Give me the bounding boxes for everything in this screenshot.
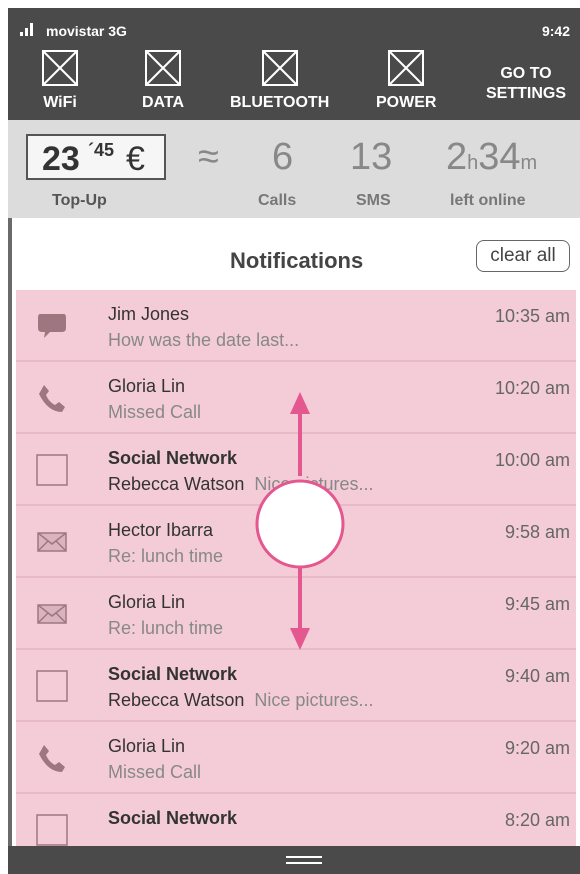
- notification-sender: Gloria Lin: [108, 736, 186, 756]
- notification-time: 10:00 am: [494, 450, 570, 470]
- data-toggle-placeholder-icon: [145, 50, 182, 86]
- notification-person: Rebecca Watson: [108, 690, 245, 710]
- notification-row[interactable]: Social Network 8:20 am: [16, 794, 576, 846]
- power-toggle-placeholder-icon: [388, 50, 425, 86]
- notification-time: 9:45 am: [504, 594, 570, 614]
- clear-all-button[interactable]: clear all: [476, 240, 570, 272]
- drag-handle[interactable]: [255, 479, 345, 569]
- bluetooth-toggle-placeholder-icon: [261, 50, 298, 86]
- drag-gesture-overlay: [255, 392, 345, 650]
- notification-time: 10:35 am: [494, 306, 570, 326]
- notification-row[interactable]: Jim Jones How was the date last... 10:35 a…: [16, 290, 576, 362]
- home-handle-line-top: [286, 856, 322, 858]
- data-toggle-label: DATA: [142, 94, 185, 111]
- online-hours: 2: [446, 136, 468, 178]
- down-arrow-icon: [290, 568, 310, 650]
- online-hours-unit: h: [467, 152, 479, 174]
- notification-text: Missed Call: [108, 762, 202, 782]
- topup-amount-decimals: ´45: [88, 140, 115, 160]
- power-toggle-label: POWER: [376, 94, 437, 111]
- topup-button[interactable]: 23 ´45 €: [26, 134, 166, 180]
- data-toggle[interactable]: DATA: [142, 50, 184, 112]
- calls-label: Calls: [258, 192, 297, 209]
- notification-text: Missed Call: [108, 402, 202, 422]
- online-time-left: 2h34m: [446, 136, 537, 179]
- bottom-nav-bar: [8, 846, 580, 874]
- chat-icon: [36, 310, 68, 342]
- balance-summary: 23 ´45 € Top-Up ≈ 6 Calls 13 SMS 2h34m l…: [8, 120, 580, 218]
- notification-time: 9:20 am: [504, 738, 570, 758]
- go-to-settings-line1: GO TO: [500, 65, 552, 82]
- sms-label: SMS: [356, 192, 391, 209]
- notification-person: Rebecca Watson: [108, 474, 245, 494]
- sms-value: 13: [350, 136, 393, 178]
- topup-label: Top-Up: [52, 192, 107, 209]
- home-handle[interactable]: [278, 852, 330, 868]
- notification-sender: Hector Ibarra: [108, 520, 214, 540]
- notification-time: 9:58 am: [504, 522, 570, 542]
- panel-edge: [8, 218, 12, 846]
- online-label: left online: [450, 192, 526, 209]
- notification-text: Re: lunch time: [108, 618, 224, 638]
- online-minutes: 34: [478, 136, 521, 178]
- topup-currency: €: [126, 140, 145, 178]
- approx-symbol: ≈: [198, 136, 219, 178]
- bluetooth-toggle[interactable]: BLUETOOTH: [230, 50, 329, 112]
- notification-time: 8:20 am: [504, 810, 570, 830]
- notification-sender: Gloria Lin: [108, 376, 186, 396]
- notification-sender: Social Network: [108, 808, 238, 828]
- mail-icon: [36, 598, 68, 630]
- wifi-toggle[interactable]: WiFi: [42, 50, 78, 112]
- notification-text: How was the date last...: [108, 330, 300, 350]
- topup-amount-integer: 23: [42, 140, 80, 178]
- signal-strength-icon: [20, 23, 33, 36]
- go-to-settings-button[interactable]: GO TO SETTINGS: [486, 64, 566, 104]
- notification-time: 10:20 am: [494, 378, 570, 398]
- bluetooth-toggle-label: BLUETOOTH: [230, 94, 330, 111]
- mail-icon: [36, 526, 68, 558]
- phone-icon: [36, 382, 68, 414]
- quick-settings-bar: movistar 3G 9:42 WiFi DATA BLUETOOTH POW…: [8, 8, 580, 120]
- notification-preview: How was the date last...: [108, 330, 299, 351]
- notification-preview: Re: lunch time: [108, 618, 223, 639]
- power-toggle[interactable]: POWER: [376, 50, 436, 112]
- status-bar: movistar 3G 9:42: [8, 8, 580, 44]
- notification-sender: Jim Jones: [108, 304, 190, 324]
- up-arrow-icon: [290, 392, 310, 476]
- wifi-toggle-placeholder-icon: [42, 50, 78, 86]
- notification-text: Nice pictures...: [254, 690, 374, 710]
- phone-icon: [36, 742, 68, 774]
- notification-preview: Rebecca Watson Nice pictures...: [108, 690, 373, 711]
- social-icon: [36, 454, 68, 486]
- notification-preview: Missed Call: [108, 762, 201, 783]
- status-time: 9:42: [541, 23, 570, 39]
- notification-preview: Re: lunch time: [108, 546, 223, 567]
- wifi-toggle-label: WiFi: [43, 94, 77, 111]
- social-icon: [36, 670, 68, 702]
- notification-row[interactable]: Gloria Lin Missed Call 9:20 am: [16, 722, 576, 794]
- go-to-settings-line2: SETTINGS: [485, 85, 566, 102]
- notification-preview: Missed Call: [108, 402, 201, 423]
- carrier-name: movistar 3G: [46, 23, 127, 39]
- notifications-title: Notifications: [230, 248, 364, 273]
- notification-text: Re: lunch time: [108, 546, 224, 566]
- calls-value: 6: [272, 136, 294, 178]
- notification-time: 9:40 am: [504, 666, 570, 686]
- notification-sender: Gloria Lin: [108, 592, 186, 612]
- notification-sender: Social Network: [108, 664, 238, 684]
- social-icon: [36, 814, 68, 846]
- notification-sender: Social Network: [108, 448, 238, 468]
- online-minutes-unit: m: [520, 152, 538, 174]
- home-handle-line-bottom: [286, 862, 322, 864]
